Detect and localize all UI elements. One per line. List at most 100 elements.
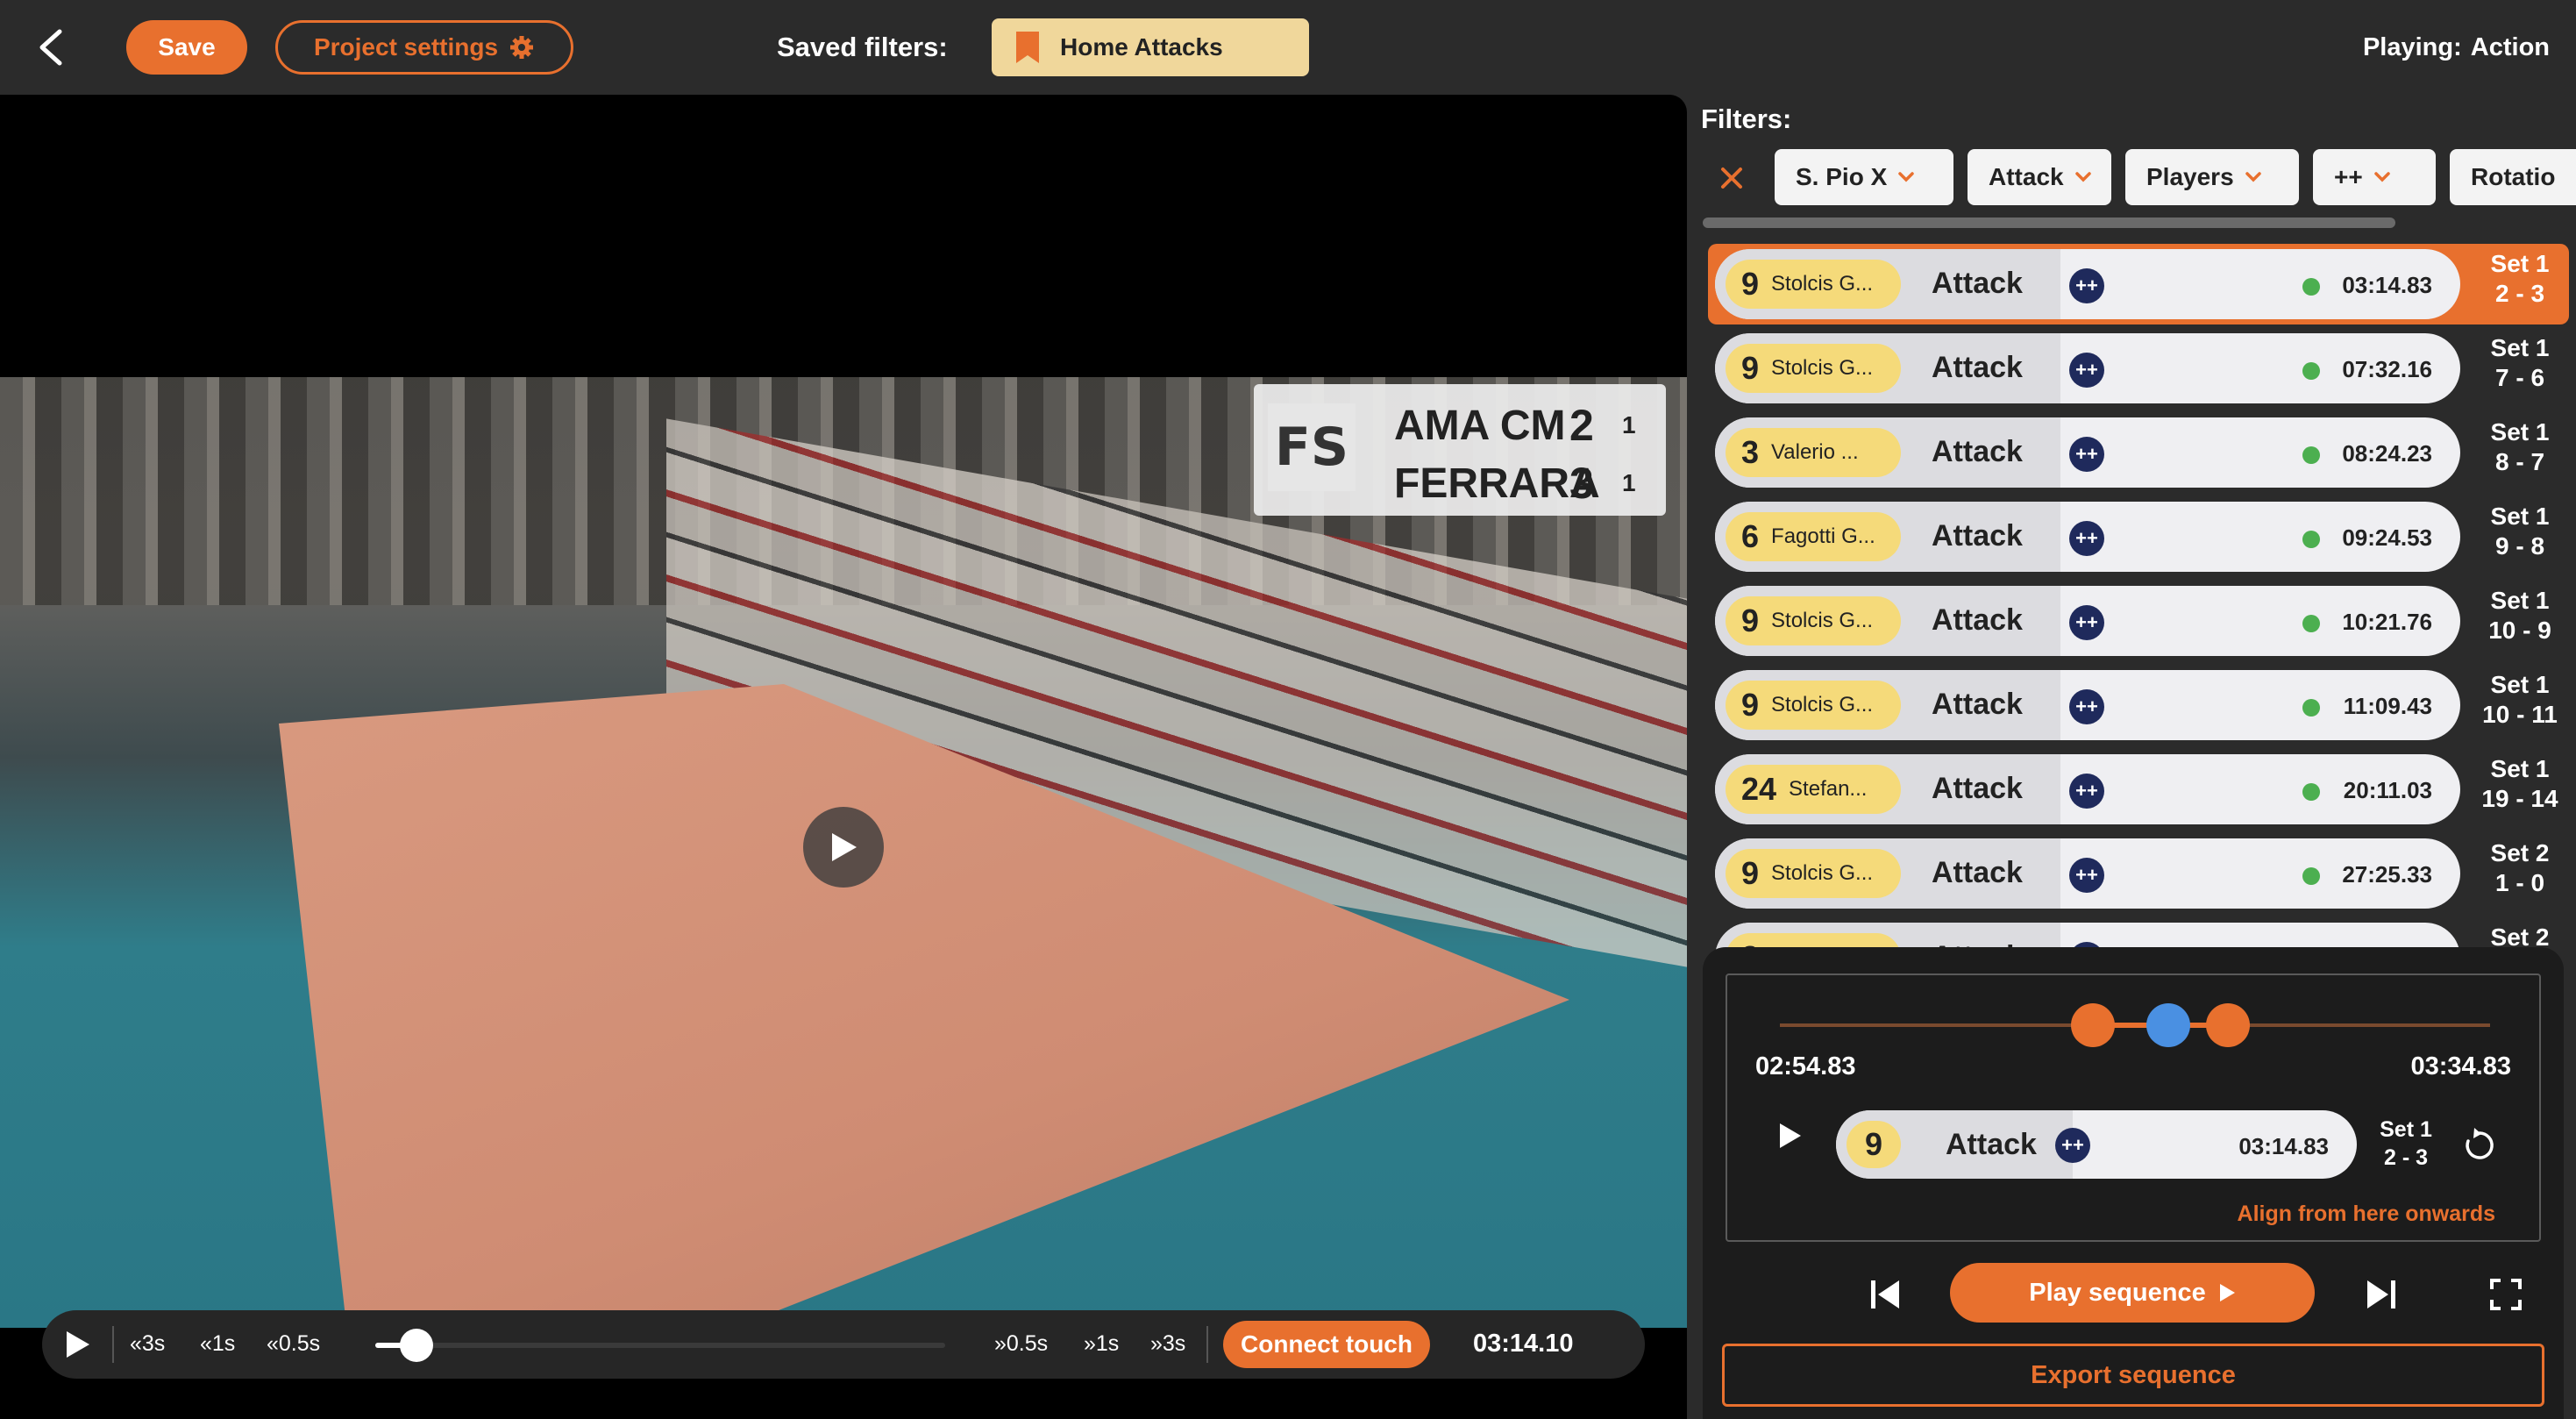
export-sequence-button[interactable]: Export sequence (1722, 1344, 2544, 1407)
event-score: 19 - 14 (2481, 785, 2558, 812)
sequence-current-event: 9 Attack ++ 03:14.83 (1836, 1110, 2357, 1179)
event-pill[interactable]: 9 Stolcis G... Attack ++ 07:32.16 (1715, 333, 2460, 403)
saved-filter-value: Home Attacks (1060, 33, 1223, 61)
event-pill[interactable]: 3 Valerio ... Attack ++ 08:24.23 (1715, 417, 2460, 488)
event-pill[interactable]: 6 Fagotti G... Attack ++ 09:24.53 (1715, 502, 2460, 572)
playing-mode[interactable]: Playing: Action (2354, 33, 2550, 62)
skip-previous-icon[interactable] (1866, 1275, 1904, 1314)
event-pill[interactable]: 24 Stefan... Attack ++ 20:11.03 (1715, 754, 2460, 824)
event-row[interactable]: 9 Stolcis G... Attack ++ 27:25.33 Set 2 1 - 0 (1715, 838, 2576, 909)
event-row[interactable]: 9 Stolcis G... Attack ++ 10:21.76 Set 1 10 - 9 (1715, 586, 2576, 656)
seek-handle[interactable] (399, 1329, 433, 1362)
event-score: 1 - 0 (2494, 869, 2545, 896)
event-skill: Attack (1932, 267, 2023, 300)
player-badge: 9 Stolcis G... (1726, 344, 1901, 393)
seek-bar[interactable] (375, 1329, 945, 1362)
event-set-score: Set 1 10 - 11 (2471, 670, 2569, 730)
connect-touch-button[interactable]: Connect touch (1223, 1321, 1430, 1368)
close-icon[interactable] (1720, 167, 1743, 189)
player-number-badge: 9 (1847, 1121, 1901, 1168)
video-frame[interactable]: FS AMA CM 2 1 FERRARA 3 1 (0, 377, 1687, 1328)
range-end-handle[interactable] (2206, 1003, 2250, 1047)
play-sequence-button[interactable]: Play sequence (1950, 1263, 2315, 1323)
saved-filters-label: Saved filters: (777, 32, 948, 62)
video-play-button[interactable] (803, 807, 884, 888)
event-set: Set 1 (2490, 587, 2550, 614)
event-pill[interactable]: 9 Stolcis G... Attack ++ 27:25.33 (1715, 838, 2460, 909)
player-badge: 9 Stolcis G... (1726, 681, 1901, 730)
event-set-score: Set 1 10 - 9 (2471, 586, 2569, 645)
filter-chip-team[interactable]: S. Pio X (1775, 149, 1953, 205)
event-set-score: Set 1 19 - 14 (2471, 754, 2569, 814)
skip-next-icon[interactable] (2362, 1275, 2401, 1314)
range-current-handle[interactable] (2146, 1003, 2190, 1047)
play-icon (832, 833, 857, 861)
event-set: Set 2 (2490, 839, 2550, 866)
status-dot-icon (2302, 867, 2320, 885)
event-row[interactable]: 9 Stolcis G... Attack ++ 07:32.16 Set 1 7 - 6 (1715, 333, 2576, 403)
event-score: 2 - 3 (2494, 280, 2545, 307)
filter-chip-skill[interactable]: Attack (1968, 149, 2111, 205)
event-row[interactable]: 24 Stefan... Attack ++ 20:11.03 Set 1 19 - 14 (1715, 754, 2576, 824)
evaluation-badge: ++ (2069, 437, 2104, 472)
evaluation-badge: ++ (2069, 774, 2104, 809)
filter-chip-players[interactable]: Players (2125, 149, 2299, 205)
sequence-panel: 02:54.83 03:34.83 9 Attack ++ 03:14.83 S… (1703, 947, 2564, 1419)
player-badge: 9 Stolcis G... (1726, 596, 1901, 645)
event-set: Set 1 (2490, 755, 2550, 782)
event-row[interactable]: 6 Fagotti G... Attack ++ 09:24.53 Set 19 - 8 (1715, 502, 2576, 572)
event-pill[interactable]: 9 Stolcis G... Attack ++ 03:14.83 (1715, 249, 2460, 319)
back-arrow-icon[interactable] (33, 26, 68, 68)
player-number: 9 (1741, 603, 1760, 638)
skip-back-3s-button[interactable]: «3s (130, 1331, 165, 1357)
filter-chips-scrollbar[interactable] (1703, 217, 2395, 228)
skip-fwd-1s-button[interactable]: »1s (1084, 1331, 1119, 1357)
play-icon[interactable] (1775, 1121, 1804, 1151)
event-set-score: Set 1 2 - 3 (2471, 249, 2569, 309)
saved-filter-select[interactable]: Home Attacks (992, 18, 1309, 76)
filter-chip-label: Rotatio (2471, 163, 2556, 190)
events-list: 9 Stolcis G... Attack ++ 03:14.83 Set 12 - 39… (1687, 235, 2576, 954)
event-row[interactable]: 3 Valerio ... Attack ++ 08:24.23 Set 18 - 7 (1715, 417, 2576, 488)
event-set-score: Set 2 1 - 0 (2471, 838, 2569, 898)
fullscreen-icon[interactable] (2488, 1277, 2523, 1312)
event-set-score: Set 1 7 - 6 (2471, 333, 2569, 393)
project-settings-button[interactable]: Project settings (275, 20, 573, 75)
scoreboard-logo: FS (1268, 403, 1356, 491)
evaluation-badge: ++ (2069, 605, 2104, 640)
event-skill: Attack (1932, 772, 2023, 805)
reset-icon[interactable] (2460, 1126, 2499, 1165)
status-dot-icon (2302, 531, 2320, 548)
range-start-handle[interactable] (2071, 1003, 2115, 1047)
filter-chip-rotation[interactable]: Rotatio (2450, 149, 2576, 205)
filter-chip-label: S. Pio X (1796, 163, 1888, 190)
filter-chip-evaluation[interactable]: ++ (2313, 149, 2436, 205)
event-pill[interactable]: 9 Stolcis G... Attack ++ 11:09.43 (1715, 670, 2460, 740)
evaluation-badge: ++ (2069, 353, 2104, 388)
player-badge: 3 Valerio ... (1726, 428, 1901, 477)
gear-icon (510, 36, 534, 59)
event-set-score: Set 18 - 7 (2471, 417, 2569, 477)
evaluation-badge: ++ (2069, 521, 2104, 556)
event-pill[interactable]: 9 Stolcis G... Attack ++ 10:21.76 (1715, 586, 2460, 656)
event-row[interactable]: 9 Stolcis G... Attack ++ 03:14.83 Set 1 2 - 3 (1708, 244, 2576, 324)
sequence-editor: 02:54.83 03:34.83 9 Attack ++ 03:14.83 S… (1726, 973, 2541, 1242)
event-score: 10 - 11 (2482, 701, 2558, 728)
event-score: 7 - 6 (2494, 364, 2545, 391)
player-name: Valerio ... (1771, 440, 1859, 464)
skip-back-05s-button[interactable]: «0.5s (267, 1331, 320, 1357)
skip-fwd-05s-button[interactable]: »0.5s (994, 1331, 1048, 1357)
skip-back-1s-button[interactable]: «1s (200, 1331, 235, 1357)
player-name: Stolcis G... (1771, 609, 1874, 632)
event-set: Set 1 (2490, 334, 2550, 361)
align-from-here-link[interactable]: Align from here onwards (2238, 1202, 2495, 1227)
evaluation-badge: ++ (2055, 1128, 2090, 1163)
play-icon[interactable] (63, 1330, 93, 1359)
event-row[interactable]: 9 Stolcis G... Attack ++ 11:09.43 Set 1 10 - 1… (1715, 670, 2576, 740)
skip-fwd-3s-button[interactable]: »3s (1150, 1331, 1185, 1357)
status-dot-icon (2302, 278, 2320, 296)
project-settings-label: Project settings (313, 33, 499, 61)
video-area: FS AMA CM 2 1 FERRARA 3 1 «3s «1s «0.5s … (0, 95, 1687, 1419)
save-button[interactable]: Save (126, 20, 247, 75)
playback-controls: «3s «1s «0.5s »0.5s »1s »3s Connect touc… (42, 1310, 1645, 1379)
